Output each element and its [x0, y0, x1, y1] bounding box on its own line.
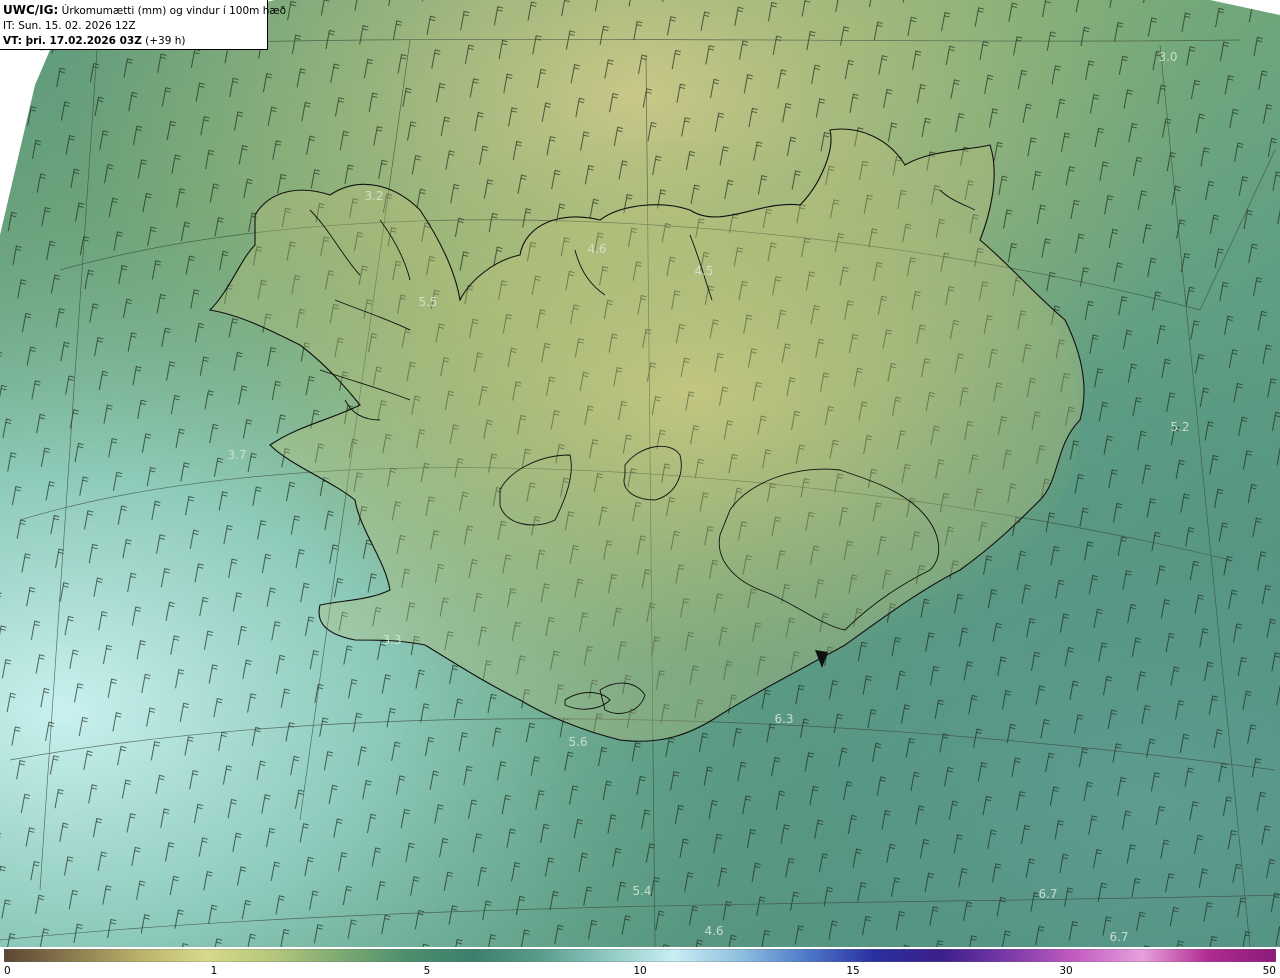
colorbar-tick: 15: [846, 965, 860, 977]
value-label: 4.6: [587, 242, 606, 256]
value-label: 3.0: [1158, 50, 1177, 64]
colorbar-tick: 10: [633, 965, 647, 977]
model-code: UWC/IG:: [3, 3, 59, 17]
valid-time: VT: þri. 17.02.2026 03Z: [3, 35, 142, 47]
map-canvas[interactable]: 3.0 3.2 4.6 4.5 5.5 3.7 5.2 3.3 5.6 6.3 …: [0, 0, 1280, 947]
colorbar-tick: 30: [1059, 965, 1073, 977]
map-title: Úrkomumætti (mm) og vindur í 100m hæð: [58, 5, 287, 17]
value-label: 5.4: [632, 884, 651, 898]
value-label: 3.7: [227, 448, 246, 462]
colorbar-tick: 50: [1262, 965, 1276, 977]
map-view[interactable]: 3.0 3.2 4.6 4.5 5.5 3.7 5.2 3.3 5.6 6.3 …: [0, 0, 1280, 947]
value-label: 4.6: [704, 924, 723, 938]
value-label: 5.6: [568, 735, 587, 749]
value-label: 6.3: [774, 712, 793, 726]
colorbar-tick: 1: [210, 965, 218, 977]
init-time: IT: Sun. 15. 02. 2026 12Z: [3, 20, 136, 32]
value-label: 5.2: [1170, 420, 1189, 434]
colorbar-legend: 0 1 5 10 15 30 50: [0, 947, 1280, 978]
value-label: 6.7: [1109, 930, 1128, 944]
value-label: 5.5: [418, 295, 437, 309]
colorbar: [4, 949, 1276, 962]
map-info-box: UWC/IG: Úrkomumætti (mm) og vindur í 100…: [0, 0, 286, 50]
colorbar-tick: 5: [423, 965, 431, 977]
value-label: 3.2: [364, 189, 383, 203]
value-label: 6.7: [1038, 887, 1057, 901]
colorbar-gradient: [4, 949, 1276, 962]
value-label: 4.5: [694, 264, 713, 278]
lead-time: (+39 h): [141, 35, 186, 47]
colorbar-tick: 0: [4, 965, 11, 977]
valid-time-row: VT: þri. 17.02.2026 03Z (+39 h): [3, 34, 267, 49]
value-label: 3.3: [382, 633, 401, 647]
map-title-row: UWC/IG: Úrkomumætti (mm) og vindur í 100…: [3, 3, 286, 19]
